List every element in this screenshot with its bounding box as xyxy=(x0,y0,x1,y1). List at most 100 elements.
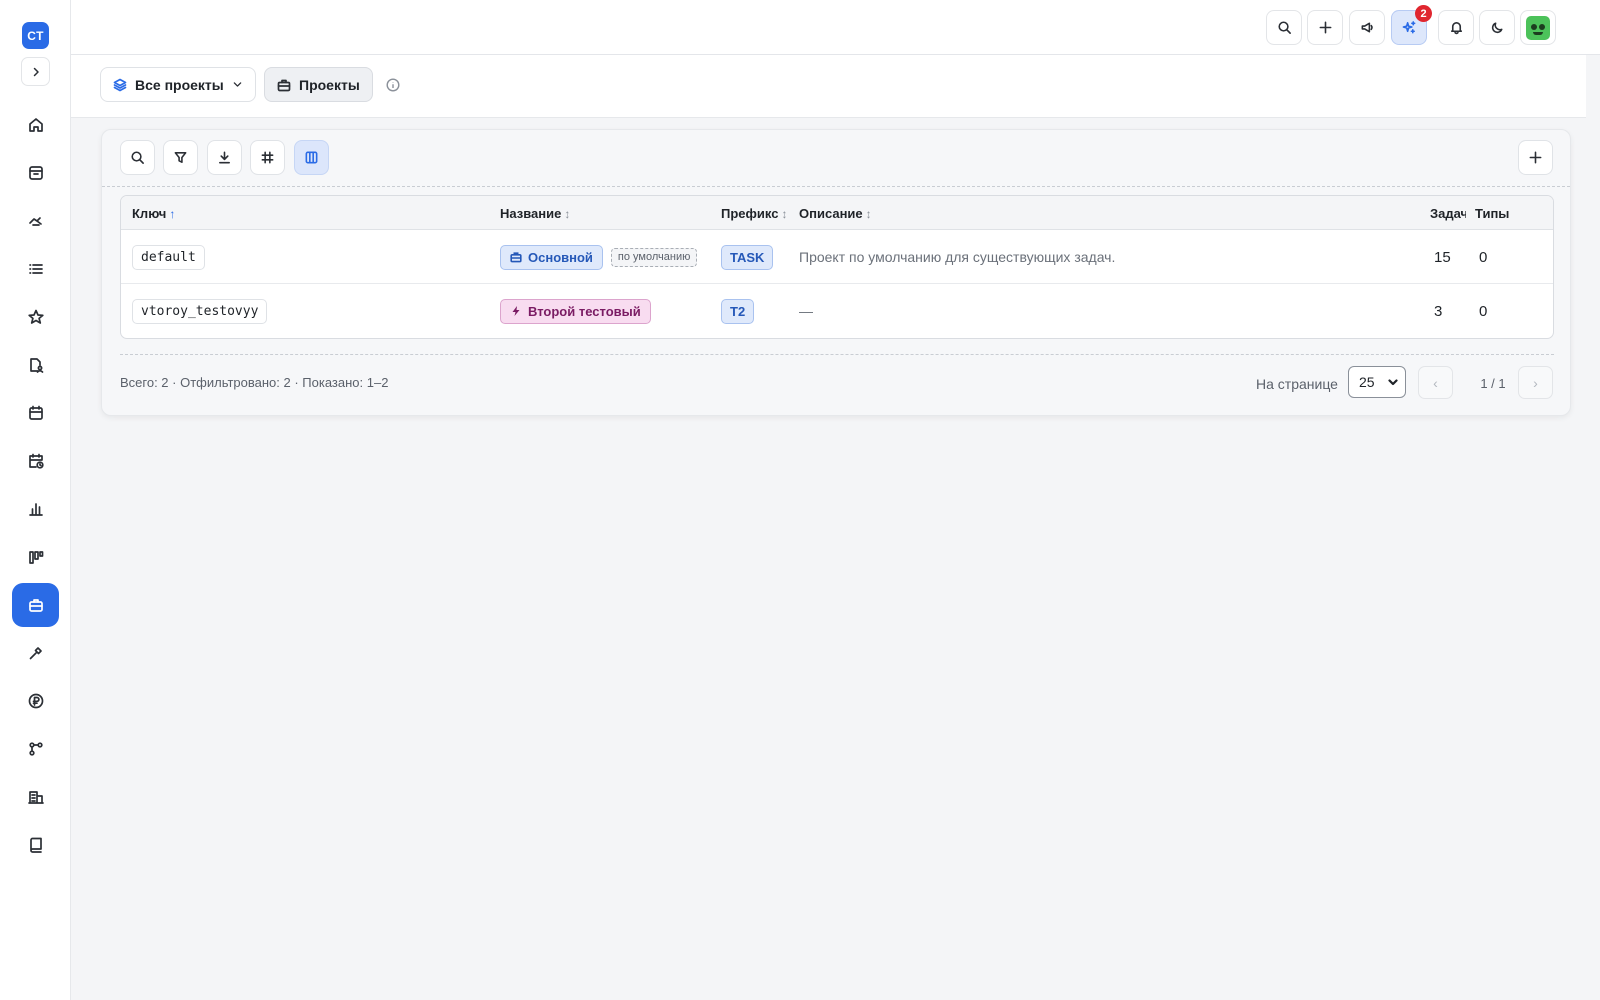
user-avatar-button[interactable] xyxy=(1520,10,1556,45)
sidebar-item-organization[interactable] xyxy=(12,775,59,819)
sidebar-item-favorites[interactable] xyxy=(12,295,59,339)
layers-icon xyxy=(113,78,127,91)
ai-assistant-button[interactable]: 2 xyxy=(1391,5,1432,45)
columns-icon xyxy=(305,151,318,164)
megaphone-icon xyxy=(1361,22,1373,33)
column-header-key-label: Ключ xyxy=(132,206,167,221)
column-header-name-label: Название xyxy=(500,206,562,221)
sidebar-item-tools[interactable] xyxy=(12,631,59,675)
plus-icon xyxy=(1319,21,1331,34)
sidebar-item-home[interactable] xyxy=(12,103,59,147)
bar-chart-icon xyxy=(28,503,43,516)
add-project-button[interactable] xyxy=(1518,140,1553,175)
sidebar-item-inbox[interactable] xyxy=(12,151,59,195)
project-description: Проект по умолчанию для существующих зад… xyxy=(799,249,1116,265)
project-key: default xyxy=(132,244,205,270)
project-prefix: T2 xyxy=(721,298,755,324)
column-header-description[interactable]: Описание ↕ xyxy=(799,206,872,221)
page-header: Все проекты Проекты xyxy=(71,55,1586,118)
projects-tab[interactable]: Проекты xyxy=(264,67,373,102)
inbox-icon xyxy=(28,166,43,180)
sidebar-item-finance[interactable] xyxy=(12,679,59,723)
project-type-count: 0 xyxy=(1479,248,1488,266)
project-key: vtoroy_testovyy xyxy=(132,298,268,324)
project-selector-dropdown[interactable]: Все проекты xyxy=(100,67,256,102)
calendar-clock-icon xyxy=(28,453,44,469)
footer-divider xyxy=(120,354,1554,355)
sidebar-item-knowledge[interactable] xyxy=(12,823,59,867)
sidebar-item-analytics[interactable] xyxy=(12,487,59,531)
sidebar-item-schedule[interactable] xyxy=(12,439,59,483)
grid-hash-icon xyxy=(261,151,274,164)
sparkles-icon xyxy=(1402,21,1415,34)
prev-page-button[interactable]: ‹ xyxy=(1418,366,1453,399)
calendar-icon xyxy=(28,405,43,420)
sort-icon: ↕ xyxy=(865,207,872,221)
project-name: Второй тестовый xyxy=(528,303,641,319)
create-button[interactable] xyxy=(1307,10,1343,45)
column-header-key[interactable]: Ключ ↑ xyxy=(132,206,175,221)
density-button[interactable] xyxy=(250,140,285,175)
kanban-icon xyxy=(28,551,43,564)
next-page-button[interactable]: › xyxy=(1518,366,1553,399)
export-button[interactable] xyxy=(207,140,242,175)
sidebar-item-projects[interactable] xyxy=(12,583,59,627)
app-logo[interactable]: CT xyxy=(22,22,49,49)
column-header-types[interactable]: Типы xyxy=(1475,206,1511,221)
book-icon xyxy=(29,837,42,853)
table-toolbar xyxy=(102,130,1570,187)
filter-button[interactable] xyxy=(163,140,198,175)
avatar xyxy=(1526,15,1550,40)
project-prefix: TASK xyxy=(721,244,774,270)
projects-tab-label: Проекты xyxy=(299,76,360,93)
table-row[interactable]: default Основной по умолчанию TASK Проек… xyxy=(121,230,1553,284)
table-search-button[interactable] xyxy=(120,140,155,175)
chevron-down-icon xyxy=(1388,379,1398,386)
briefcase-icon xyxy=(510,252,522,263)
sidebar-item-boards[interactable] xyxy=(12,535,59,579)
project-task-count: 3 xyxy=(1434,302,1443,320)
filter-icon xyxy=(174,152,187,163)
column-header-tasks[interactable]: Задачи xyxy=(1430,206,1466,221)
briefcase-icon xyxy=(28,599,43,612)
lightning-icon xyxy=(512,306,520,316)
sidebar-item-documents[interactable] xyxy=(12,343,59,387)
chevron-down-icon xyxy=(233,82,242,87)
projects-table: Ключ↑ Название↕ Префикс↕ Описание↕ Задач… xyxy=(120,195,1554,339)
building-icon xyxy=(27,791,44,804)
per-page-select[interactable]: 25 xyxy=(1348,366,1406,398)
notifications-button[interactable] xyxy=(1438,10,1474,45)
sidebar-item-list[interactable] xyxy=(12,247,59,291)
info-icon[interactable] xyxy=(385,77,401,93)
column-header-tasks-label: Задачи xyxy=(1430,206,1466,221)
project-selector-label: Все проекты xyxy=(135,76,224,93)
table-summary: Всего: 2 · Отфильтровано: 2 · Показано: … xyxy=(120,375,389,390)
project-name: Основной xyxy=(528,249,593,265)
table-row[interactable]: vtoroy_testovyy Второй тестовый T2 — 3 0 xyxy=(121,284,1553,338)
plus-icon xyxy=(1529,151,1542,164)
page-indicator: 1 / 1 xyxy=(1480,376,1506,391)
briefcase-icon xyxy=(277,79,291,91)
ruble-icon xyxy=(28,693,43,709)
columns-button[interactable] xyxy=(294,140,329,175)
column-header-description-label: Описание xyxy=(799,206,863,221)
list-icon xyxy=(28,264,43,274)
sidebar-expand-button[interactable] xyxy=(21,57,50,86)
search-icon xyxy=(1277,21,1291,34)
search-icon xyxy=(131,151,144,164)
chevron-right-icon xyxy=(33,67,39,76)
sidebar-item-workflows[interactable] xyxy=(12,727,59,771)
project-name-badge[interactable]: Второй тестовый xyxy=(500,298,651,324)
star-icon xyxy=(27,309,44,324)
sidebar-item-deals[interactable] xyxy=(12,199,59,243)
column-header-name[interactable]: Название ↕ xyxy=(500,206,570,221)
bell-icon xyxy=(1450,22,1462,35)
theme-toggle-button[interactable] xyxy=(1479,10,1515,45)
column-header-prefix[interactable]: Префикс ↕ xyxy=(721,206,787,221)
global-search-button[interactable] xyxy=(1266,10,1302,45)
project-name-badge[interactable]: Основной xyxy=(500,244,603,270)
announcements-button[interactable] xyxy=(1349,10,1385,45)
workflow-icon xyxy=(28,742,43,756)
sidebar-item-calendar[interactable] xyxy=(12,391,59,435)
sort-icon: ↕ xyxy=(564,207,571,221)
